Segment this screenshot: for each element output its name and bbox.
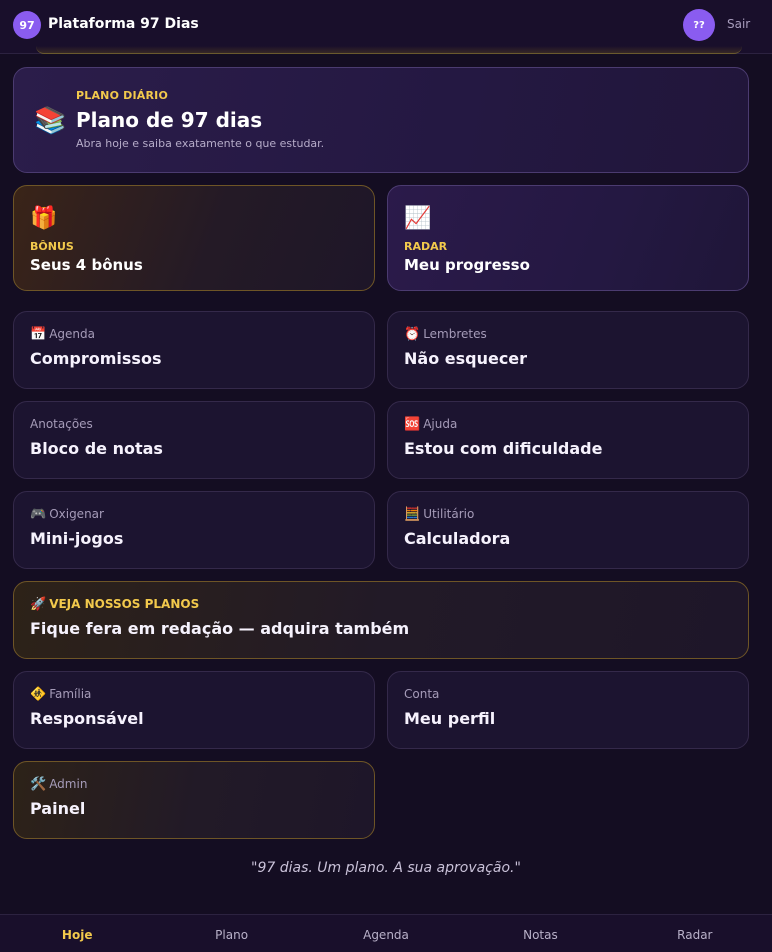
radar-title: Meu progresso [404, 256, 530, 274]
admin-kicker: Admin [49, 777, 88, 791]
calculator-kicker: Utilitário [423, 507, 475, 521]
nav-today[interactable]: Hoje [0, 915, 154, 952]
motto-quote: "97 dias. Um plano. A sua aprovação." [251, 860, 521, 876]
admin-card[interactable]: 🛠️ Admin Painel [13, 761, 375, 839]
sos-icon: 🆘 [404, 416, 421, 432]
avatar[interactable]: ?? [683, 9, 715, 41]
nav-notes[interactable]: Notas [463, 915, 617, 952]
calculator-title: Calculadora [404, 529, 511, 548]
radar-card[interactable]: 📈 RADAR Meu progresso [387, 185, 749, 291]
help-kicker: Ajuda [423, 417, 458, 431]
calendar-icon: 📅 [30, 326, 47, 342]
gamepad-icon: 🎮 [30, 506, 47, 522]
notes-title: Bloco de notas [30, 439, 163, 458]
account-title: Meu perfil [404, 709, 496, 728]
bonus-card[interactable]: 🎁 BÔNUS Seus 4 bônus [13, 185, 375, 291]
agenda-kicker: Agenda [49, 327, 95, 341]
help-title: Estou com dificuldade [404, 439, 603, 458]
bonus-title: Seus 4 bônus [30, 256, 143, 274]
logout-button[interactable]: Sair [727, 17, 750, 31]
promo-kicker: VEJA NOSSOS PLANOS [49, 597, 200, 611]
rocket-icon: 🚀 [30, 596, 47, 612]
family-card[interactable]: 🚸 Família Responsável [13, 671, 375, 749]
agenda-title: Compromissos [30, 349, 162, 368]
account-kicker: Conta [404, 687, 440, 701]
nav-radar[interactable]: Radar [618, 915, 772, 952]
promo-title: Fique fera em redação — adquira também [30, 619, 410, 638]
radar-kicker: RADAR [404, 240, 448, 253]
reminders-kicker: Lembretes [423, 327, 487, 341]
bottom-nav: Hoje Plano Agenda Notas Radar [0, 914, 772, 952]
chart-up-icon: 📈 [404, 206, 432, 231]
hero-kicker: PLANO DIÁRIO [76, 89, 169, 102]
bonus-kicker: BÔNUS [30, 240, 74, 253]
nav-plan[interactable]: Plano [154, 915, 308, 952]
header-glow-strip [36, 46, 742, 54]
tools-icon: 🛠️ [30, 776, 47, 792]
agenda-card[interactable]: 📅 Agenda Compromissos [13, 311, 375, 389]
abacus-icon: 🧮 [404, 506, 421, 522]
calculator-card[interactable]: 🧮 Utilitário Calculadora [387, 491, 749, 569]
hero-title: Plano de 97 dias [76, 108, 263, 132]
family-title: Responsável [30, 709, 144, 728]
logo-badge[interactable]: 97 [13, 11, 41, 39]
notes-kicker: Anotações [30, 417, 93, 431]
alarm-clock-icon: ⏰ [404, 326, 421, 342]
games-kicker: Oxigenar [49, 507, 104, 521]
games-title: Mini-jogos [30, 529, 124, 548]
notes-card[interactable]: Anotações Bloco de notas [13, 401, 375, 479]
games-card[interactable]: 🎮 Oxigenar Mini-jogos [13, 491, 375, 569]
reminders-card[interactable]: ⏰ Lembretes Não esquecer [387, 311, 749, 389]
admin-title: Painel [30, 799, 86, 818]
daily-plan-card[interactable]: 📚 PLANO DIÁRIO Plano de 97 dias Abra hoj… [13, 67, 749, 173]
top-bar: 97 Plataforma 97 Dias ?? Sair [0, 0, 772, 54]
nav-agenda[interactable]: Agenda [309, 915, 463, 952]
gift-icon: 🎁 [30, 206, 58, 231]
hero-subtitle: Abra hoje e saiba exatamente o que estud… [76, 137, 325, 150]
help-card[interactable]: 🆘 Ajuda Estou com dificuldade [387, 401, 749, 479]
family-kicker: Família [49, 687, 92, 701]
reminders-title: Não esquecer [404, 349, 528, 368]
account-card[interactable]: Conta Meu perfil [387, 671, 749, 749]
plans-promo-card[interactable]: 🚀 VEJA NOSSOS PLANOS Fique fera em redaçã… [13, 581, 749, 659]
family-icon: 🚸 [30, 686, 47, 702]
app-title: Plataforma 97 Dias [48, 16, 199, 32]
books-icon: 📚 [34, 106, 67, 136]
